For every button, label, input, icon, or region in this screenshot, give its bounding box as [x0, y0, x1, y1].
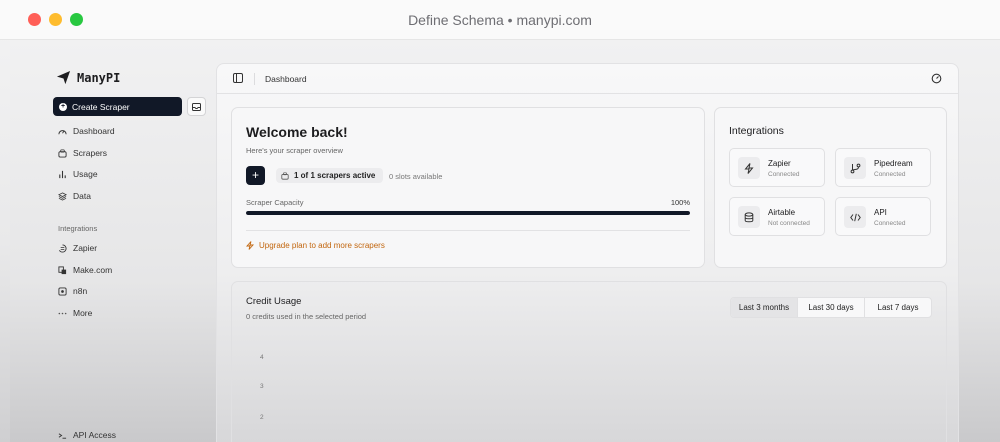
- create-scraper-button[interactable]: + Create Scraper: [53, 97, 182, 116]
- credit-usage-title: Credit Usage: [246, 296, 302, 307]
- sidebar-item-label: Dashboard: [73, 126, 115, 136]
- capacity-label: Scraper Capacity: [246, 198, 304, 207]
- capacity-percent: 100%: [670, 198, 690, 207]
- integration-tile-api[interactable]: API Connected: [835, 197, 931, 236]
- n8n-icon: [58, 286, 67, 296]
- sidebar-item-dashboard[interactable]: Dashboard: [58, 126, 115, 136]
- sidebar-item-label: Scrapers: [73, 148, 108, 158]
- browser-chrome: Define Schema • manypi.com: [0, 0, 1000, 40]
- layers-icon: [58, 191, 67, 201]
- sidebar-item-usage[interactable]: Usage: [58, 169, 98, 179]
- integration-name: Airtable: [768, 208, 796, 217]
- breadcrumb: Dashboard: [265, 74, 307, 84]
- capacity-progress-fill: [246, 211, 690, 215]
- inbox-button[interactable]: [187, 97, 206, 116]
- y-axis-tick: 4: [260, 354, 264, 361]
- add-scraper-button[interactable]: +: [246, 166, 265, 185]
- capacity-progress-bar: [246, 211, 690, 215]
- integration-tile-zapier[interactable]: Zapier Connected: [729, 148, 825, 187]
- sidebar-item-label: More: [73, 308, 93, 318]
- integration-tile-airtable[interactable]: Airtable Not connected: [729, 197, 825, 236]
- welcome-card: Welcome back! Here's your scraper overvi…: [231, 107, 705, 268]
- y-axis-tick: 2: [260, 414, 264, 421]
- upgrade-plan-link[interactable]: Upgrade plan to add more scrapers: [246, 241, 385, 250]
- terminal-icon: [58, 432, 67, 439]
- integration-name: API: [874, 208, 887, 217]
- integration-tile-pipedream[interactable]: Pipedream Connected: [835, 148, 931, 187]
- sidebar-item-label: API Access: [73, 430, 116, 440]
- sidebar-item-label: Data: [73, 191, 91, 201]
- inbox-icon: [192, 102, 201, 111]
- integration-status: Not connected: [768, 220, 810, 227]
- sidebar-item-scrapers[interactable]: Scrapers: [58, 148, 107, 158]
- time-range-selector: Last 3 months Last 30 days Last 7 days: [730, 297, 932, 318]
- credit-usage-subtitle: 0 credits used in the selected period: [246, 312, 367, 321]
- bar-chart-icon: [59, 170, 66, 178]
- topbar: Dashboard: [217, 64, 958, 94]
- plus-circle-icon: +: [59, 102, 67, 111]
- sidebar-item-label: Make.com: [73, 265, 113, 275]
- welcome-title: Welcome back!: [246, 124, 348, 140]
- integrations-section-label: Integrations: [58, 224, 98, 233]
- logo[interactable]: ManyPI: [56, 70, 120, 85]
- integrations-title: Integrations: [729, 125, 784, 137]
- sidebar-item-label: n8n: [73, 286, 88, 296]
- scraper-icon: [58, 148, 67, 158]
- more-icon: [58, 312, 67, 314]
- sidebar: ManyPI + Create Scraper Dashboard Scrape…: [44, 60, 214, 442]
- active-scrapers-badge: 1 of 1 scrapers active: [276, 168, 384, 183]
- sidebar-item-label: Zapier: [73, 243, 98, 253]
- integration-name: Zapier: [768, 159, 791, 168]
- scraper-icon: [281, 171, 289, 180]
- database-icon: [738, 206, 760, 228]
- welcome-divider: [246, 230, 690, 231]
- main-panel: Dashboard Welcome back! Here's your scra…: [216, 63, 959, 442]
- sidebar-item-api-access[interactable]: API Access: [58, 430, 116, 440]
- zapier-icon: [58, 243, 67, 252]
- integration-status: Connected: [768, 171, 800, 178]
- sidebar-item-data[interactable]: Data: [58, 191, 91, 201]
- paper-plane-icon: [56, 70, 71, 85]
- sidebar-item-more[interactable]: More: [58, 308, 92, 318]
- zap-icon: [246, 241, 254, 250]
- sidebar-item-make[interactable]: Make.com: [58, 265, 112, 275]
- range-last-30-days[interactable]: Last 30 days: [798, 298, 865, 317]
- zap-icon: [738, 157, 760, 179]
- range-last-7-days[interactable]: Last 7 days: [865, 298, 931, 317]
- sidebar-toggle-icon[interactable]: [233, 73, 243, 83]
- create-scraper-label: Create Scraper: [72, 101, 130, 112]
- make-icon: [58, 265, 67, 274]
- activity-circle-icon[interactable]: [931, 73, 942, 84]
- code-icon: [844, 206, 866, 228]
- integration-status: Connected: [874, 220, 906, 227]
- window-title: Define Schema • manypi.com: [408, 12, 592, 28]
- slots-available: 0 slots available: [389, 172, 443, 181]
- logo-text: ManyPI: [77, 70, 121, 85]
- integration-name: Pipedream: [874, 159, 913, 168]
- upgrade-plan-text: Upgrade plan to add more scrapers: [259, 241, 385, 250]
- integrations-card: Integrations Zapier Connected Pipedream …: [714, 107, 947, 268]
- integration-status: Connected: [874, 171, 906, 178]
- sidebar-item-label: Usage: [73, 169, 98, 179]
- sidebar-item-zapier[interactable]: Zapier: [58, 243, 97, 253]
- pipedream-icon: [844, 157, 866, 179]
- welcome-subtitle: Here's your scraper overview: [246, 146, 343, 155]
- y-axis-tick: 3: [260, 383, 264, 390]
- topbar-divider: [254, 73, 255, 85]
- sidebar-item-n8n[interactable]: n8n: [58, 286, 87, 296]
- range-last-3-months[interactable]: Last 3 months: [731, 298, 798, 317]
- credit-usage-card: Credit Usage 0 credits used in the selec…: [231, 281, 947, 442]
- active-scrapers-text: 1 of 1 scrapers active: [294, 171, 376, 180]
- gauge-icon: [58, 129, 67, 134]
